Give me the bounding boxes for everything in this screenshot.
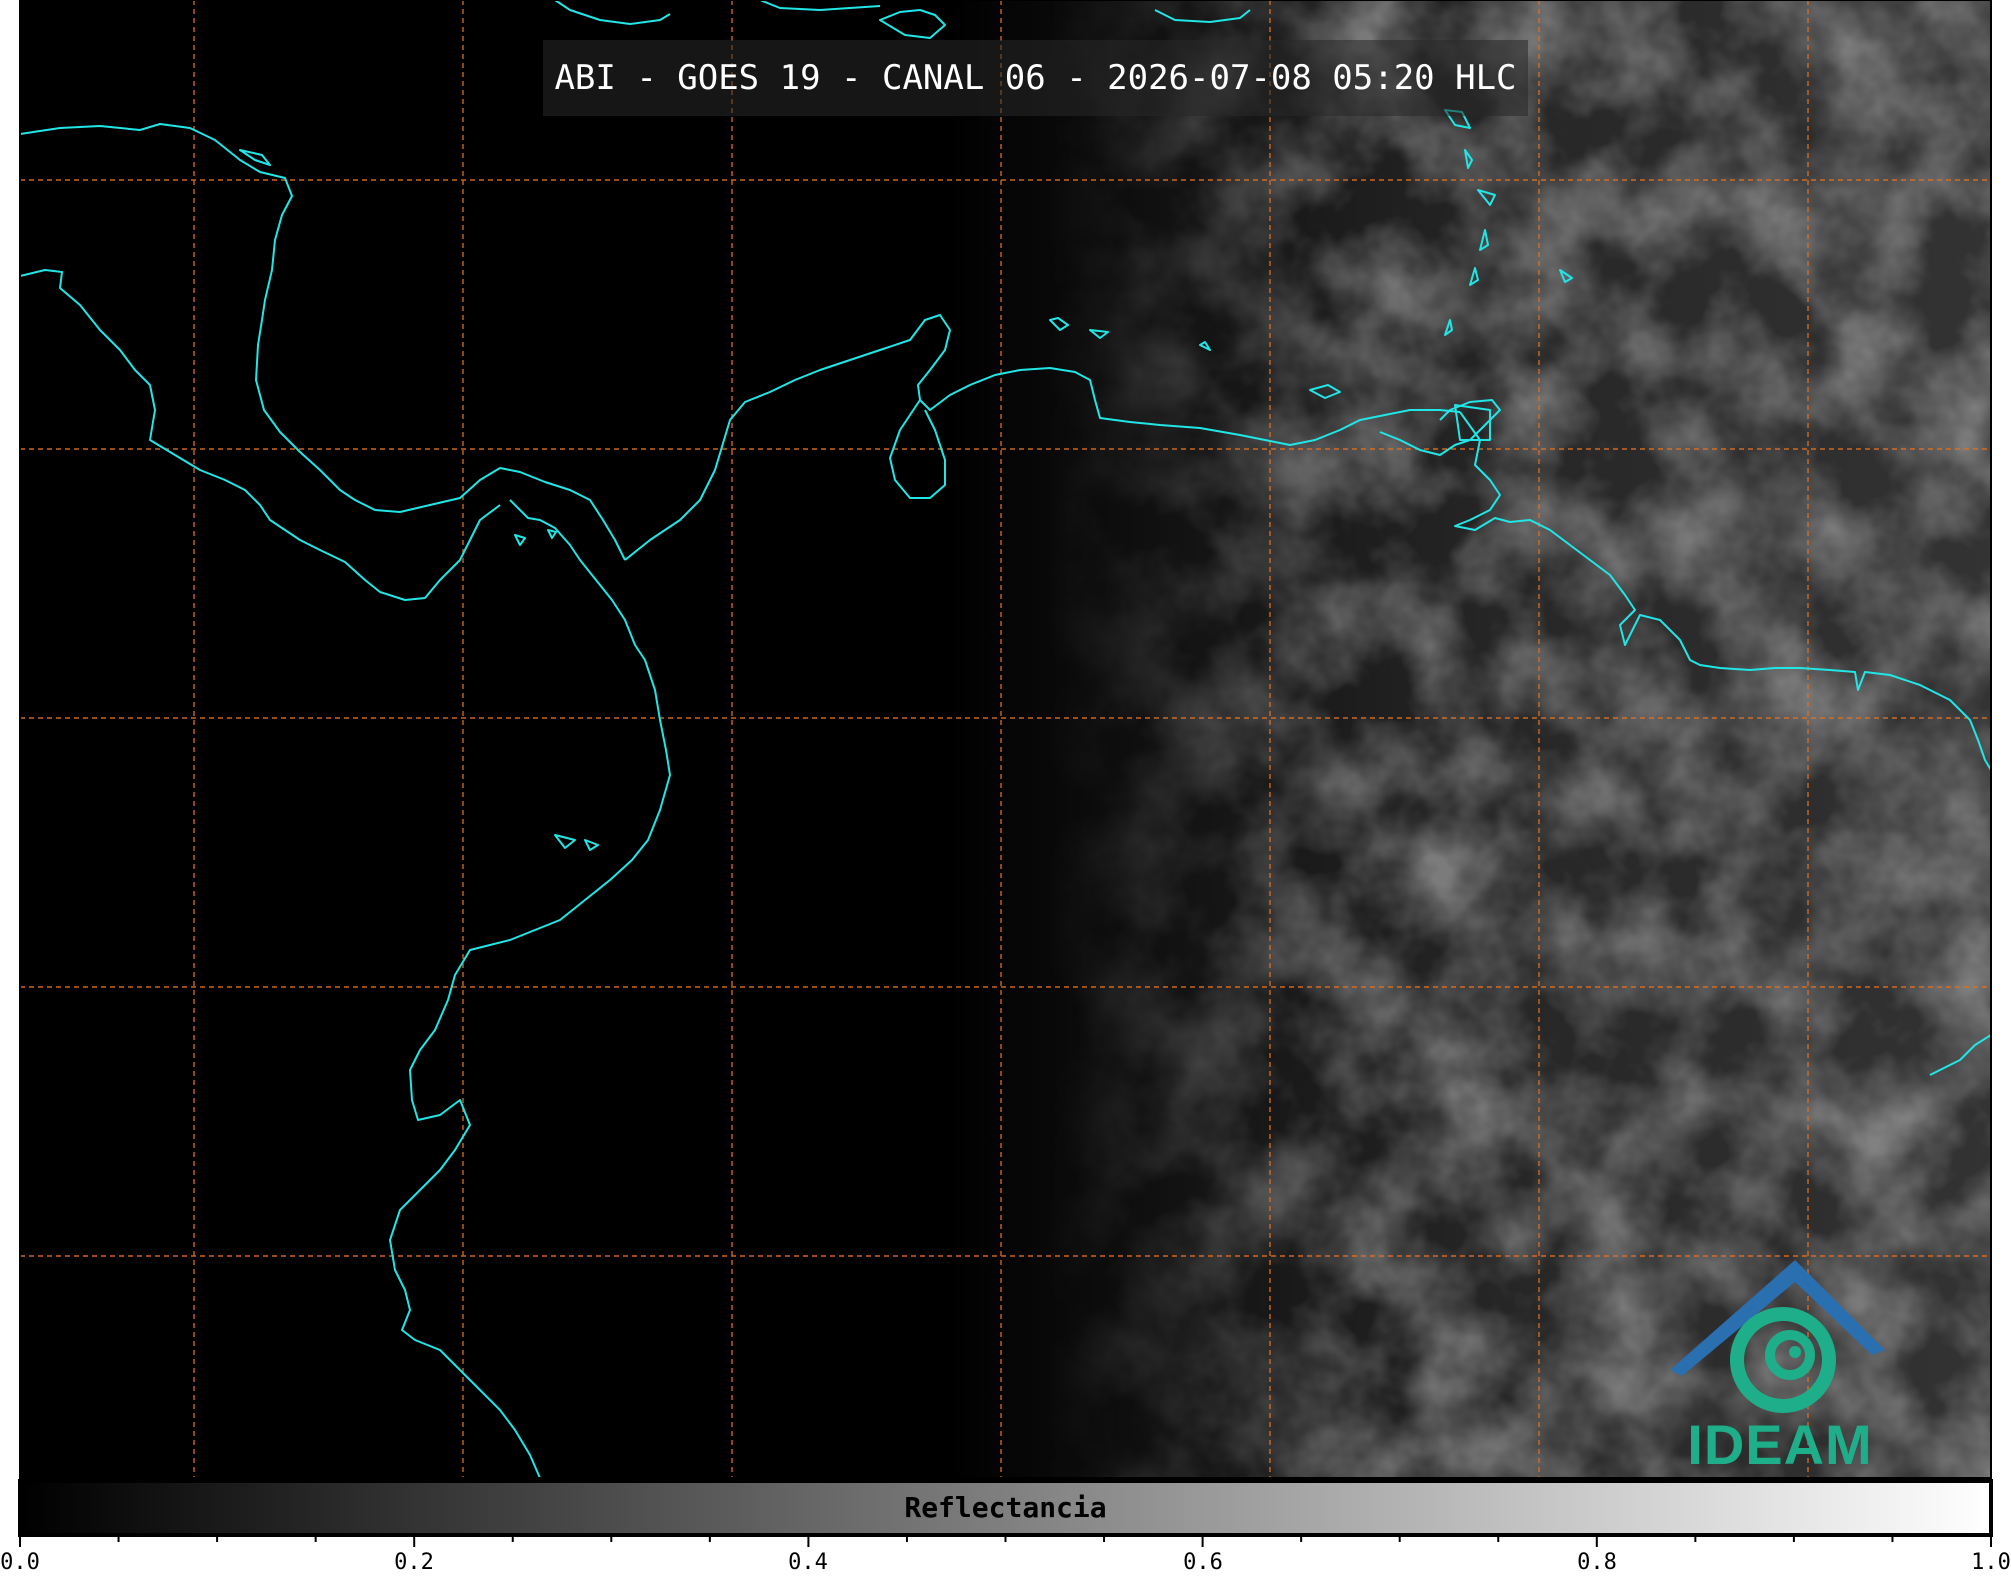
colorbar-tick-label: 0.8 [1577, 1550, 1617, 1575]
colorbar-tick-label: 1.0 [1971, 1550, 2011, 1575]
colorbar-tick-label: 0.0 [0, 1550, 40, 1575]
colorbar-ticks [19, 1535, 1992, 1547]
colorbar-label: Reflectancia [904, 1491, 1107, 1524]
imagery-layer [20, 0, 1991, 1478]
map-title: ABI - GOES 19 - CANAL 06 - 2026-07-08 05… [554, 58, 1517, 98]
satellite-map [18, 0, 1993, 1547]
colorbar-tick-label: 0.6 [1183, 1550, 1223, 1575]
colorbar-tick-label: 0.2 [394, 1550, 434, 1575]
colorbar-tick-label: 0.4 [788, 1550, 828, 1575]
logo-text: IDEAM [1687, 1413, 1873, 1476]
logo-swirl-core [1789, 1346, 1801, 1358]
